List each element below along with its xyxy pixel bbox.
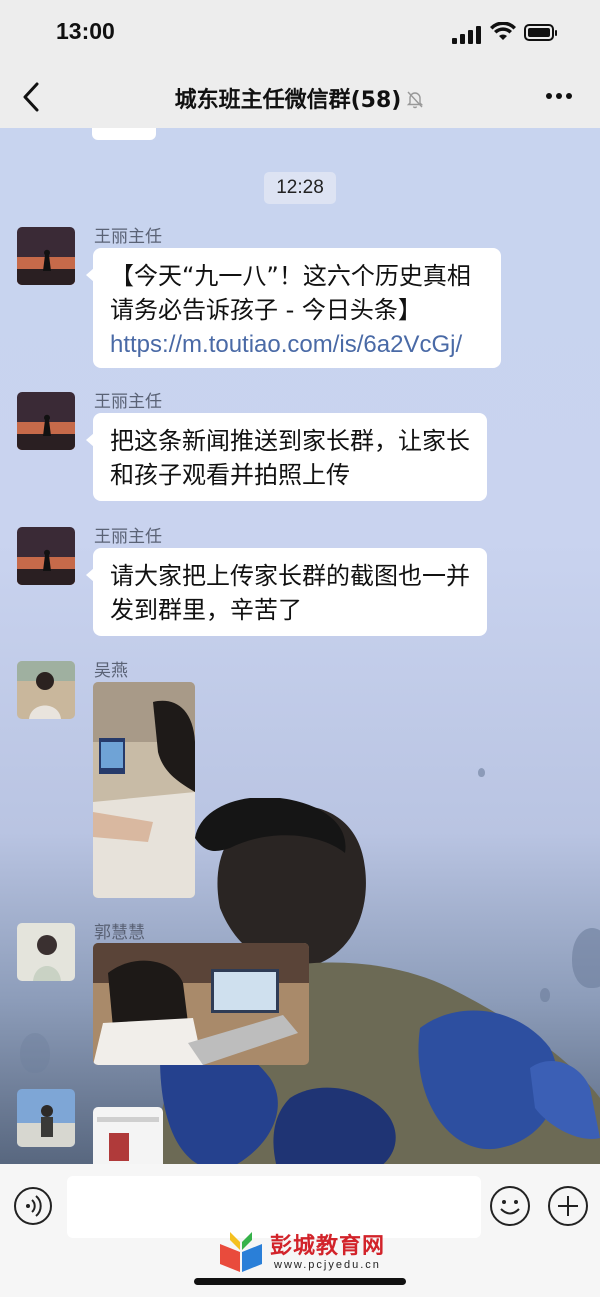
sender-name: 王丽主任 bbox=[94, 527, 162, 547]
image-message[interactable] bbox=[93, 943, 309, 1065]
avatar[interactable] bbox=[17, 227, 75, 285]
image-message[interactable] bbox=[93, 1107, 163, 1164]
message-bubble[interactable]: 请大家把上传家长群的截图也一并发到群里，辛苦了 bbox=[86, 548, 487, 636]
more-options-icon[interactable] bbox=[540, 89, 578, 103]
message-link[interactable]: https://m.toutiao.com/is/6a2VcGj/ bbox=[110, 331, 462, 358]
more-functions-button[interactable] bbox=[548, 1186, 588, 1226]
sender-name: 王丽主任 bbox=[94, 392, 162, 412]
message-bubble[interactable]: 把这条新闻推送到家长群，让家长和孩子观看并拍照上传 bbox=[86, 413, 487, 501]
avatar[interactable] bbox=[17, 923, 75, 981]
chat-title-row: 城东班主任微信群(58) bbox=[0, 82, 600, 114]
sender-name: 吴燕 bbox=[94, 661, 128, 681]
voice-input-button[interactable] bbox=[14, 1187, 52, 1225]
sender-name: 王丽主任 bbox=[94, 227, 162, 247]
watermark-name: 彭城教育网 bbox=[270, 1234, 386, 1259]
wifi-icon bbox=[490, 22, 516, 40]
message-bubble[interactable]: 【今天“九一八”！这六个历史真相请务必告诉孩子 - 今日头条】 https://m… bbox=[86, 248, 501, 368]
previous-message-bubble bbox=[92, 128, 156, 140]
image-message[interactable] bbox=[93, 682, 195, 898]
avatar[interactable] bbox=[17, 1089, 75, 1147]
time-divider: 12:28 bbox=[264, 172, 336, 204]
battery-icon bbox=[524, 24, 557, 41]
watermark-logo: 彭城教育网 www.pcjyedu.cn bbox=[216, 1228, 406, 1276]
home-indicator bbox=[194, 1278, 406, 1285]
avatar[interactable] bbox=[17, 392, 75, 450]
voice-icon bbox=[26, 1195, 42, 1217]
message-text: 【今天“九一八”！这六个历史真相请务必告诉孩子 - 今日头条】 bbox=[110, 262, 471, 324]
emoji-button[interactable] bbox=[490, 1186, 530, 1226]
cellular-signal-icon bbox=[452, 24, 482, 44]
message-text: 把这条新闻推送到家长群，让家长和孩子观看并拍照上传 bbox=[110, 427, 470, 489]
avatar[interactable] bbox=[17, 527, 75, 585]
mute-bell-icon bbox=[407, 91, 424, 109]
chat-title: 城东班主任微信群(58) bbox=[174, 88, 402, 113]
message-text: 请大家把上传家长群的截图也一并发到群里，辛苦了 bbox=[110, 562, 470, 624]
status-time: 13:00 bbox=[56, 18, 115, 44]
watermark-url: www.pcjyedu.cn bbox=[274, 1259, 381, 1271]
avatar[interactable] bbox=[17, 661, 75, 719]
book-logo-icon bbox=[220, 1232, 262, 1272]
sender-name: 郭慧慧 bbox=[94, 923, 145, 943]
chat-header: 城东班主任微信群(58) bbox=[0, 66, 600, 128]
plus-icon bbox=[558, 1196, 578, 1216]
smiley-icon bbox=[500, 1200, 520, 1215]
status-bar: 13:00 bbox=[0, 0, 600, 66]
